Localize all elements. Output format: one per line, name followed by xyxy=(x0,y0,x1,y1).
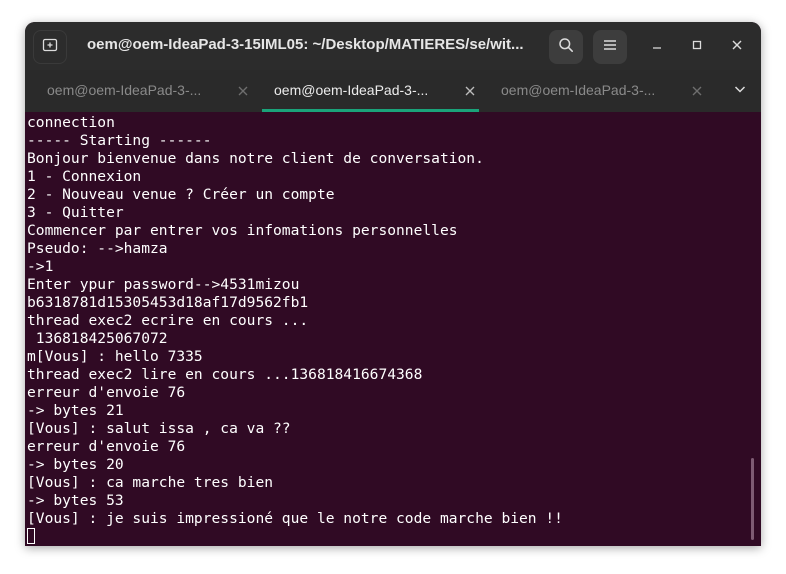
terminal-line: ->1 xyxy=(27,258,54,275)
terminal-line: 2 - Nouveau venue ? Créer un compte xyxy=(27,186,335,203)
terminal-line: Commencer par entrer vos infomations per… xyxy=(27,222,458,239)
terminal-line: erreur d'envoie 76 xyxy=(27,438,186,455)
terminal-line: 1 - Connexion xyxy=(27,168,142,185)
terminal-cursor xyxy=(27,528,35,544)
close-icon xyxy=(465,86,475,96)
tab-close-button[interactable] xyxy=(235,83,251,99)
tabs-dropdown-button[interactable] xyxy=(729,80,751,102)
tab-label: oem@oem-IdeaPad-3-... xyxy=(274,82,429,98)
search-icon xyxy=(558,37,574,58)
terminal-line: [Vous] : ca marche tres bien xyxy=(27,474,274,491)
terminal-line: ----- Starting ------ xyxy=(27,132,212,149)
tab-2[interactable]: oem@oem-IdeaPad-3-... xyxy=(262,70,489,112)
terminal-line: connection xyxy=(27,114,115,131)
chevron-down-icon xyxy=(734,82,746,100)
close-icon xyxy=(238,86,248,96)
search-button[interactable] xyxy=(549,30,583,64)
maximize-icon xyxy=(692,37,702,55)
terminal-window: oem@oem-IdeaPad-3-15IML05: ~/Desktop/MAT… xyxy=(25,22,761,546)
new-tab-button[interactable] xyxy=(33,30,67,64)
terminal-line: -> bytes 21 xyxy=(27,402,124,419)
terminal-line: m[Vous] : hello 7335 xyxy=(27,348,203,365)
terminal-line: -> bytes 20 xyxy=(27,456,124,473)
terminal-line: Enter ypur password-->4531mizou xyxy=(27,276,300,293)
terminal-line: erreur d'envoie 76 xyxy=(27,384,186,401)
maximize-button[interactable] xyxy=(685,34,709,58)
close-button[interactable] xyxy=(725,34,749,58)
close-icon xyxy=(732,37,742,55)
terminal-line: b6318781d15305453d18af17d9562fb1 xyxy=(27,294,309,311)
tab-label: oem@oem-IdeaPad-3-... xyxy=(501,82,656,98)
close-icon xyxy=(692,86,702,96)
tab-close-button[interactable] xyxy=(689,83,705,99)
terminal-output[interactable]: connection ----- Starting ------ Bonjour… xyxy=(25,112,761,546)
terminal-line: [Vous] : salut issa , ca va ?? xyxy=(27,420,291,437)
terminal-lines: connection ----- Starting ------ Bonjour… xyxy=(27,114,563,528)
tab-label: oem@oem-IdeaPad-3-... xyxy=(47,82,202,98)
tab-close-button[interactable] xyxy=(462,83,478,99)
terminal-line: 3 - Quitter xyxy=(27,204,124,221)
hamburger-menu-icon xyxy=(603,38,617,57)
tab-3[interactable]: oem@oem-IdeaPad-3-... xyxy=(489,70,716,112)
terminal-line: Pseudo: -->hamza xyxy=(27,240,168,257)
title-bar: oem@oem-IdeaPad-3-15IML05: ~/Desktop/MAT… xyxy=(25,22,761,70)
terminal-line: Bonjour bienvenue dans notre client de c… xyxy=(27,150,484,167)
terminal-line: [Vous] : je suis impressioné que le notr… xyxy=(27,510,563,527)
tab-1[interactable]: oem@oem-IdeaPad-3-... xyxy=(35,70,262,112)
terminal-line: 136818425067072 xyxy=(27,330,168,347)
tab-bar: oem@oem-IdeaPad-3-... oem@oem-IdeaPad-3-… xyxy=(25,70,761,112)
new-tab-icon xyxy=(42,37,58,58)
minimize-button[interactable] xyxy=(645,34,669,58)
window-title: oem@oem-IdeaPad-3-15IML05: ~/Desktop/MAT… xyxy=(87,36,524,53)
minimize-icon xyxy=(652,37,662,55)
terminal-line: thread exec2 lire en cours ...1368184166… xyxy=(27,366,423,383)
terminal-scrollbar[interactable] xyxy=(751,458,754,540)
menu-button[interactable] xyxy=(593,30,627,64)
terminal-line: thread exec2 ecrire en cours ... xyxy=(27,312,309,329)
terminal-line: -> bytes 53 xyxy=(27,492,124,509)
